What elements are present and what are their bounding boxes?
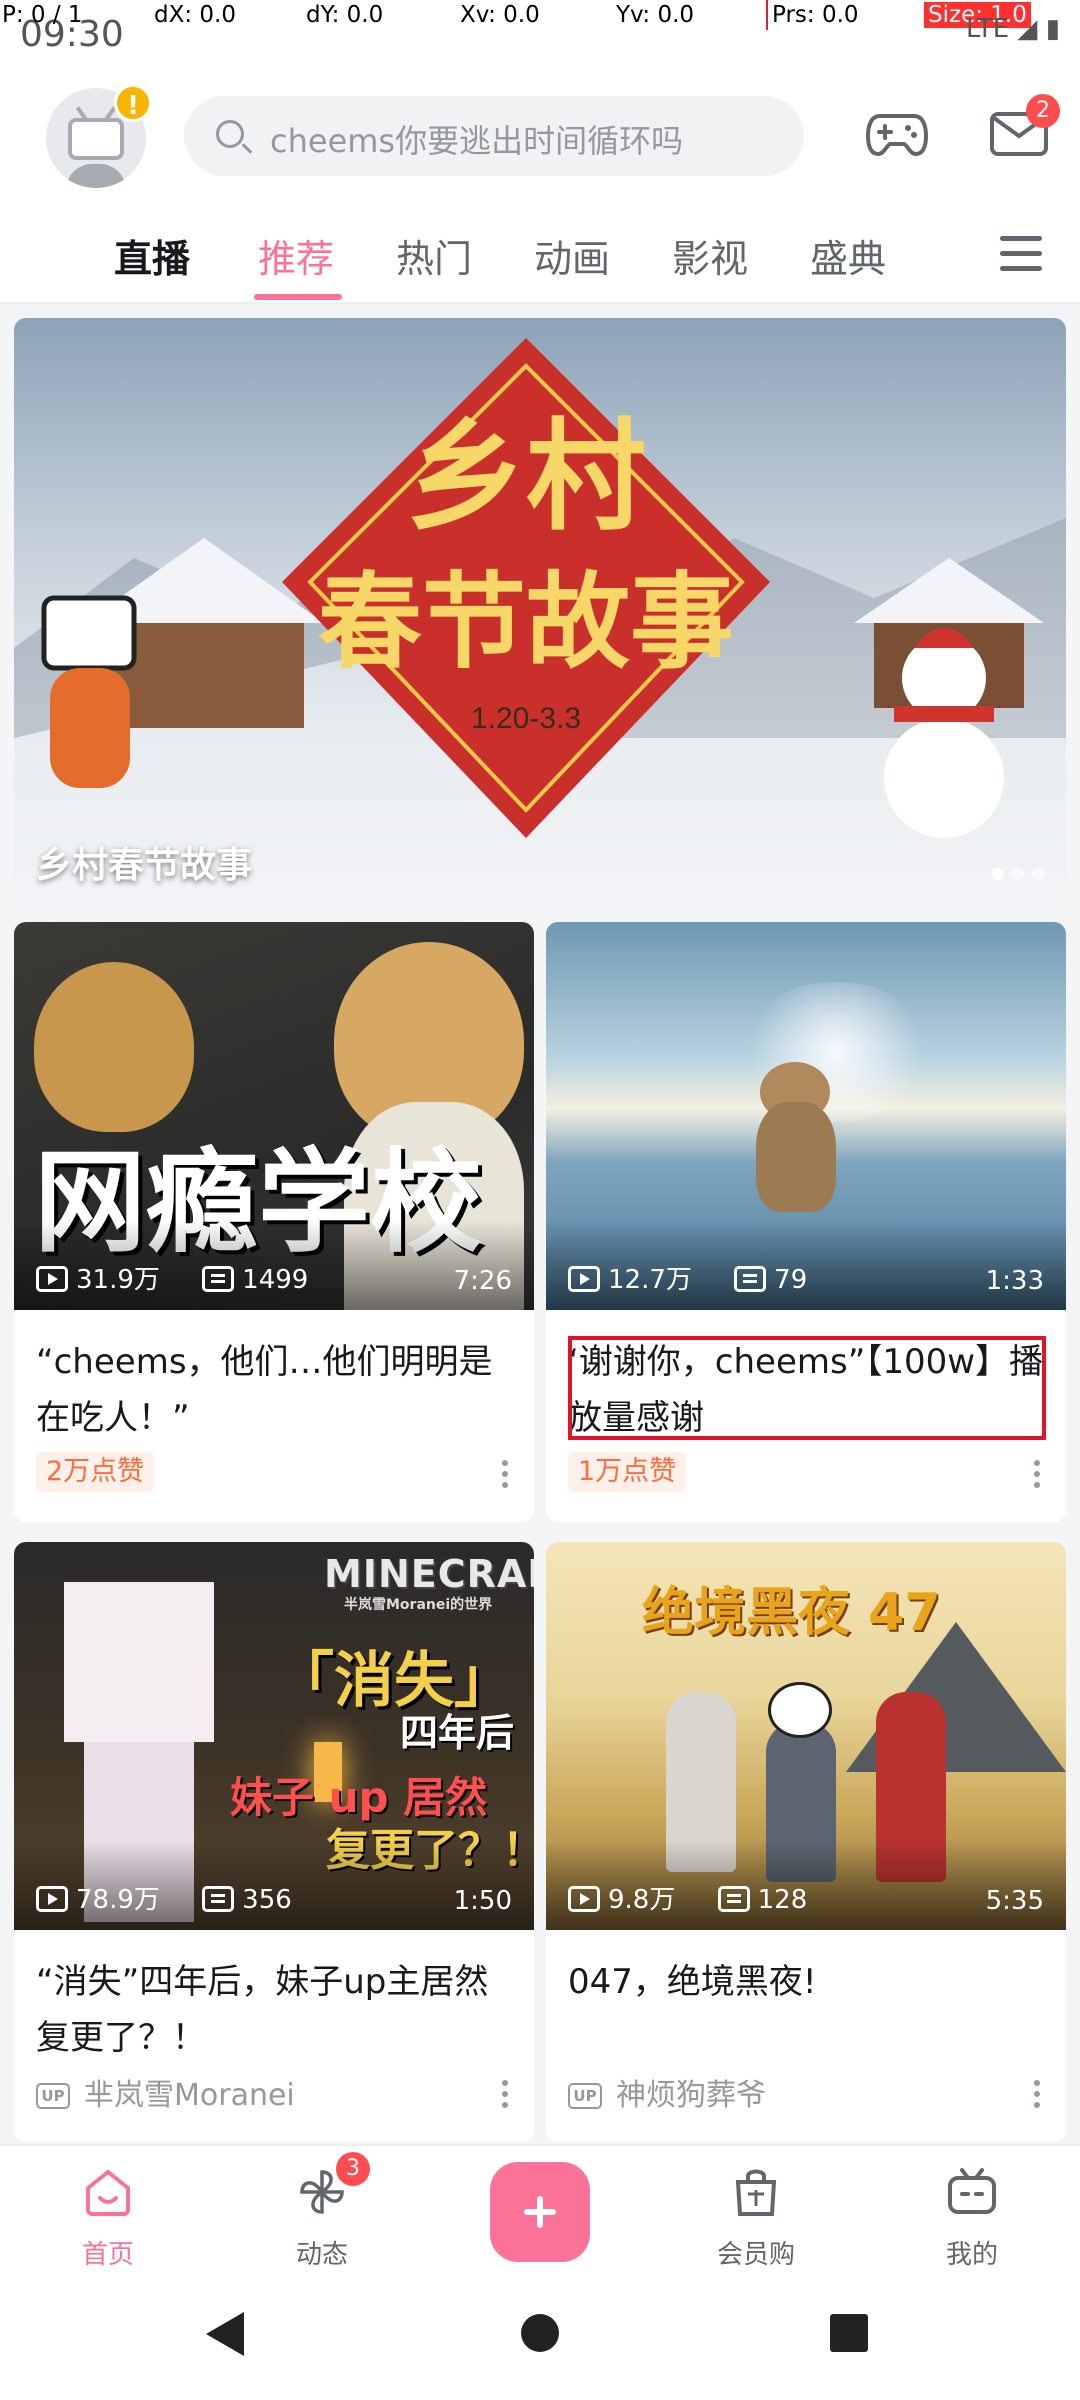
danmaku-count: 1499 [242, 1265, 309, 1295]
menu-icon[interactable] [1000, 236, 1042, 272]
uploader[interactable]: UP 神烦狗葬爷 [568, 2070, 766, 2114]
mail-badge: 2 [1026, 94, 1060, 128]
nav-dynamic-label: 动态 [295, 2240, 348, 2270]
video-thumbnail: 绝境黑夜 47 9.8万 128 5:35 [546, 1542, 1066, 1930]
tv-mascot-icon [68, 118, 124, 160]
danmaku-count: 128 [757, 1885, 808, 1915]
thumbnail-text: 四年后 [400, 1711, 515, 1755]
thumbnail-sub: 半岚雪Moranei的世界 [344, 1597, 493, 1613]
thumbnail-text: 绝境黑夜 47 [642, 1583, 941, 1643]
video-title: 047，绝境黑夜! [568, 1962, 817, 2002]
back-icon[interactable] [206, 2312, 244, 2356]
danmaku-count: 79 [774, 1265, 808, 1295]
svg-text:1.20-3.3: 1.20-3.3 [471, 702, 581, 735]
tab-anime[interactable]: 动画 [534, 228, 610, 283]
danmaku-icon [202, 1886, 235, 1912]
network-label: LTE [965, 14, 1010, 44]
debug-pointer-line [766, 0, 768, 30]
thumbnail-logo: MINECRAFT [324, 1552, 534, 1596]
svg-text:春节故事: 春节故事 [318, 565, 734, 681]
up-badge-icon: UP [36, 2083, 70, 2109]
debug-pointer-count: P: 0 / 1 [2, 2, 83, 28]
view-count: 12.7万 [608, 1265, 692, 1295]
dynamic-badge: 3 [336, 2152, 370, 2186]
system-navigation-bar [0, 2270, 1080, 2400]
video-thumbnail: 网瘾学校 31.9万 1499 7:26 [14, 922, 534, 1310]
video-duration: 5:35 [985, 1886, 1044, 1916]
video-duration: 7:26 [453, 1266, 512, 1296]
nav-home-label: 首页 [81, 2240, 134, 2270]
gamepad-icon[interactable] [866, 110, 928, 158]
pointer-debug-bar: P: 0 / 1 dX: 0.0 dY: 0.0 Xv: 0.0 Yv: 0.0… [0, 0, 1080, 36]
more-options-icon[interactable] [502, 1460, 508, 1488]
view-count: 9.8万 [608, 1885, 676, 1915]
video-stats: 12.7万 79 [568, 1259, 841, 1296]
nav-mine-label: 我的 [945, 2240, 998, 2270]
signal-icon: ◢ [1017, 14, 1038, 44]
more-options-icon[interactable] [502, 2080, 508, 2108]
debug-yv: Yv: 0.0 [616, 2, 695, 28]
uploader-name: 神烦狗葬爷 [616, 2078, 766, 2113]
up-badge-icon: UP [568, 2083, 602, 2109]
video-stats: 78.9万 356 [36, 1879, 326, 1916]
banner-artwork: 乡村 春节故事 1.20-3.3 [14, 338, 1066, 838]
svg-text:乡村: 乡村 [406, 410, 646, 544]
video-card[interactable]: 网瘾学校 31.9万 1499 7:26 “cheems，他们…他们明明是在吃人… [14, 922, 534, 1522]
danmaku-icon [717, 1886, 750, 1912]
battery-icon: ▮ [1045, 14, 1060, 44]
play-count-icon [36, 1886, 68, 1912]
more-options-icon[interactable] [1034, 2080, 1040, 2108]
tab-recommend[interactable]: 推荐 [258, 228, 334, 283]
like-tag: 1万点赞 [568, 1452, 687, 1492]
video-card[interactable]: 绝境黑夜 47 9.8万 128 5:35 047，绝境黑夜! UP 神烦狗葬爷 [546, 1542, 1066, 2142]
uploader[interactable]: UP 芈岚雪Moranei [36, 2070, 295, 2114]
avatar-notice-badge: ! [114, 84, 152, 122]
nav-vip-shop-label: 会员购 [716, 2240, 795, 2270]
upload-button[interactable] [490, 2162, 590, 2262]
more-options-icon[interactable] [1034, 1460, 1040, 1488]
video-title: “cheems，他们…他们明明是在吃人！” [36, 1342, 493, 1438]
play-count-icon [36, 1266, 68, 1292]
home-button-icon[interactable] [521, 2314, 559, 2352]
tab-hot[interactable]: 热门 [396, 228, 472, 283]
shopping-bag-icon [735, 2169, 777, 2216]
tab-gala[interactable]: 盛典 [810, 228, 886, 283]
search-icon [216, 120, 244, 148]
play-count-icon [568, 1886, 600, 1912]
channel-tabs: 直播 推荐 热门 动画 影视 盛典 [0, 220, 1080, 300]
search-bar[interactable]: cheems你要逃出时间循环吗 [184, 96, 804, 176]
danmaku-count: 356 [242, 1885, 292, 1915]
home-icon [86, 2169, 130, 2216]
carousel-dots [984, 865, 1044, 884]
recent-apps-icon[interactable] [830, 2314, 868, 2352]
highlight-box [568, 1336, 1046, 1440]
play-count-icon [568, 1266, 600, 1292]
status-icons: LTE ◢ ▮ [966, 14, 1060, 44]
debug-dx: dX: 0.0 [154, 2, 236, 28]
danmaku-icon [202, 1266, 235, 1292]
video-stats: 31.9万 1499 [36, 1259, 342, 1296]
video-duration: 1:50 [453, 1886, 512, 1916]
search-placeholder: cheems你要逃出时间循环吗 [270, 122, 684, 160]
view-count: 78.9万 [76, 1885, 160, 1915]
video-duration: 1:33 [985, 1266, 1044, 1296]
banner-title: 乡村春节故事 [36, 845, 253, 886]
tab-live[interactable]: 直播 [114, 228, 190, 283]
like-tag: 2万点赞 [36, 1452, 155, 1492]
video-title: “消失”四年后，妹子up主居然复更了？！ [36, 1962, 489, 2058]
uploader-name: 芈岚雪Moranei [84, 2078, 295, 2113]
active-tab-indicator [254, 294, 342, 300]
danmaku-icon [734, 1266, 767, 1292]
video-card[interactable]: MINECRAFT 半岚雪Moranei的世界 「消失」 四年后 妹子 up 居… [14, 1542, 534, 2142]
tab-film[interactable]: 影视 [672, 228, 748, 283]
tv-icon [948, 2168, 996, 2214]
debug-xv: Xv: 0.0 [460, 2, 540, 28]
view-count: 31.9万 [76, 1265, 160, 1295]
video-thumbnail: MINECRAFT 半岚雪Moranei的世界 「消失」 四年后 妹子 up 居… [14, 1542, 534, 1930]
banner-carousel[interactable]: 乡村 春节故事 1.20-3.3 乡村春节故事 [14, 318, 1066, 910]
debug-pressure: Prs: 0.0 [772, 2, 859, 28]
video-stats: 9.8万 128 [568, 1879, 841, 1916]
video-thumbnail: 12.7万 79 1:33 [546, 922, 1066, 1310]
debug-dy: dY: 0.0 [306, 2, 384, 28]
